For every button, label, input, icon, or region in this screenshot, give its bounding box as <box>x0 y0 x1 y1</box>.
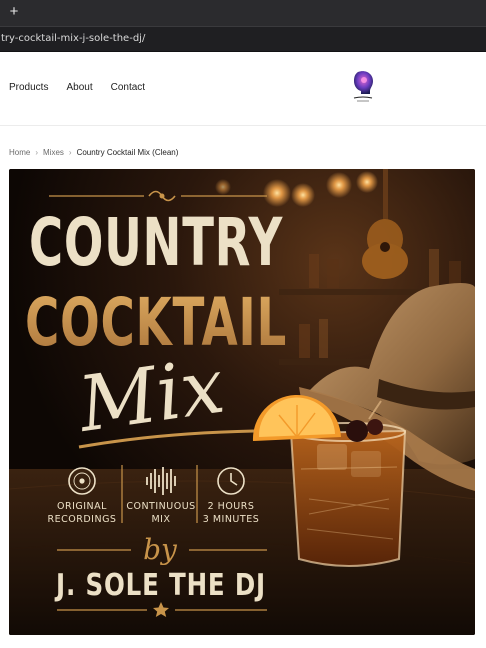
nav-link-about[interactable]: About <box>66 82 92 93</box>
feature-original-line2: RECORDINGS <box>48 514 117 525</box>
breadcrumb-home[interactable]: Home <box>9 148 30 157</box>
main-nav: Products About Contact <box>9 82 145 93</box>
cover-artist-name: J. SOLE THE DJ <box>54 568 266 603</box>
address-bar[interactable]: try-cocktail-mix-j-sole-the-dj/ <box>0 26 486 52</box>
breadcrumb-mixes[interactable]: Mixes <box>43 148 64 157</box>
product-cover-image[interactable]: COUNTRY COCKTAIL Mix ORIGINAL RECORDINGS <box>9 169 475 635</box>
site-header: Products About Contact <box>0 52 486 126</box>
feature-duration-line1: 2 HOURS <box>208 501 255 512</box>
logo-head-icon <box>353 71 373 102</box>
breadcrumb: Home › Mixes › Country Cocktail Mix (Cle… <box>9 148 178 157</box>
breadcrumb-current: Country Cocktail Mix (Clean) <box>76 148 179 157</box>
breadcrumb-separator: › <box>68 148 72 157</box>
browser-tab-bar: + <box>0 0 486 26</box>
breadcrumb-separator: › <box>35 148 39 157</box>
site-logo[interactable] <box>349 69 377 105</box>
nav-link-products[interactable]: Products <box>9 82 48 93</box>
feature-duration-line2: 3 MINUTES <box>203 514 259 525</box>
cover-title-line1: COUNTRY <box>29 204 283 281</box>
nav-link-contact[interactable]: Contact <box>111 82 145 93</box>
cover-art: COUNTRY COCKTAIL Mix ORIGINAL RECORDINGS <box>9 169 475 635</box>
url-text[interactable]: try-cocktail-mix-j-sole-the-dj/ <box>1 33 145 44</box>
feature-continuous-line2: MIX <box>151 514 170 525</box>
cover-by-text: by <box>143 533 178 566</box>
new-tab-button[interactable]: + <box>6 3 22 21</box>
feature-continuous-line1: CONTINUOUS <box>126 501 195 512</box>
feature-original-line1: ORIGINAL <box>57 501 107 512</box>
